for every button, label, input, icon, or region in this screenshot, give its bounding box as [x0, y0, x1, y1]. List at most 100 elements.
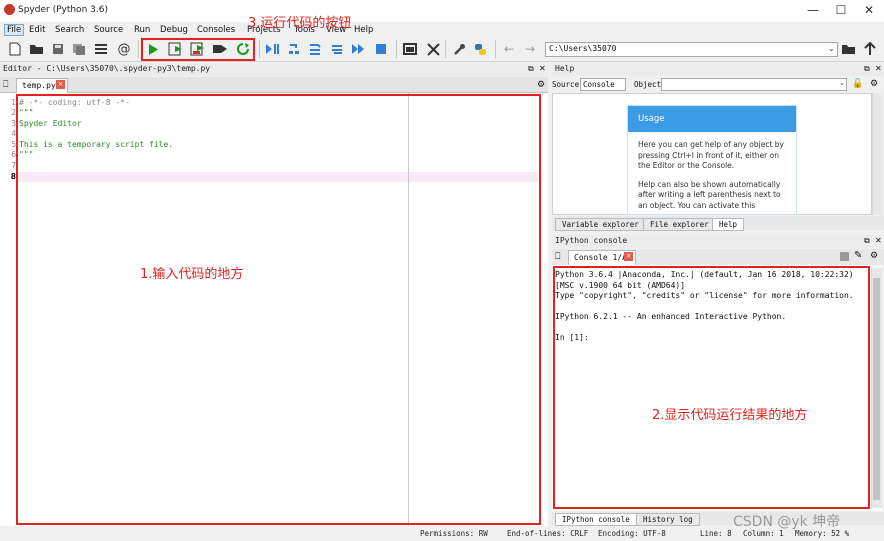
menu-consoles[interactable]: Consoles [197, 25, 235, 35]
status-eol: End-of-lines: CRLF [507, 529, 589, 538]
new-file-icon[interactable] [7, 41, 23, 57]
open-folder-icon[interactable] [28, 41, 44, 57]
stop-debug-icon[interactable] [373, 41, 389, 57]
watermark-text: CSDN @yk 坤帝 [733, 514, 841, 530]
help-pane-title: Help [552, 63, 884, 76]
usage-card: Usage Here you can get help of any objec… [627, 105, 797, 215]
step-return-icon[interactable] [329, 41, 345, 57]
python-path-icon[interactable] [472, 41, 488, 57]
source-select-value: Console [583, 80, 615, 89]
line-number: 8 [10, 172, 16, 181]
toolbar-separator [259, 40, 260, 58]
menu-file[interactable]: File [4, 24, 25, 36]
editor-tab-bar [0, 77, 548, 93]
chevron-down-icon[interactable]: ⌄ [828, 44, 835, 53]
chevron-down-icon[interactable]: ⌄ [839, 79, 845, 87]
line-number: 7 [11, 161, 16, 170]
annotation-editor: 1.输入代码的地方 [140, 267, 244, 282]
browse-tabs-icon[interactable]: ⎕ [3, 80, 8, 90]
tab-history-log[interactable]: History log [636, 513, 700, 526]
tab-file-explorer[interactable]: File explorer [643, 218, 716, 231]
console-pane-title: IPython console [552, 235, 884, 248]
console-tab-label: Console 1/A [574, 253, 627, 262]
tab-help[interactable]: Help [712, 218, 745, 231]
tab-ipython-console[interactable]: IPython console [555, 513, 637, 526]
menu-debug[interactable]: Debug [160, 25, 188, 35]
parent-directory-icon[interactable] [862, 41, 878, 57]
close-pane-icon[interactable]: ✕ [875, 236, 882, 245]
editor-pane-title: Editor - C:\Users\35070\.spyder-py3\temp… [0, 63, 548, 76]
browse-tabs-icon[interactable]: ⎕ [555, 252, 560, 262]
editor-highlight-box [16, 94, 541, 525]
menu-bar [0, 22, 884, 37]
minimize-icon[interactable]: — [806, 3, 820, 17]
console-highlight-box [553, 266, 870, 509]
close-tab-icon[interactable]: × [624, 252, 633, 261]
step-icon[interactable] [286, 41, 302, 57]
menu-search[interactable]: Search [55, 25, 84, 35]
toolbar-separator [495, 40, 496, 58]
menu-run[interactable]: Run [134, 25, 150, 35]
save-icon[interactable] [50, 41, 66, 57]
undock-icon[interactable]: ⧉ [864, 236, 870, 246]
maximize-icon[interactable]: ☐ [834, 3, 848, 17]
tab-variable-explorer[interactable]: Variable explorer [555, 218, 646, 231]
close-tab-icon[interactable]: × [56, 80, 65, 89]
status-line: Line: 8 [700, 529, 732, 538]
scrollbar-thumb[interactable] [873, 278, 880, 500]
help-scrollbar[interactable] [872, 93, 883, 215]
preferences-wrench-icon[interactable] [451, 41, 467, 57]
line-number: 6 [11, 150, 16, 159]
annotation-console: 2.显示代码运行结果的地方 [652, 408, 808, 423]
options-gear-icon[interactable]: ⚙ [537, 80, 545, 90]
undock-icon[interactable]: ⧉ [528, 64, 534, 74]
options-gear-icon[interactable]: ⚙ [870, 79, 878, 89]
close-pane-icon[interactable]: ✕ [539, 64, 546, 73]
step-into-icon[interactable] [307, 41, 323, 57]
usage-paragraph: Here you can get help of any object by p… [638, 140, 784, 170]
close-pane-icon[interactable]: ✕ [875, 64, 882, 73]
continue-icon[interactable] [350, 41, 366, 57]
options-gear-icon[interactable]: ⚙ [870, 251, 878, 261]
stop-kernel-icon[interactable] [840, 252, 849, 261]
usage-title: Usage [628, 106, 796, 132]
run-buttons-highlight [141, 38, 255, 61]
save-all-icon[interactable] [71, 41, 87, 57]
line-number: 3 [11, 119, 16, 128]
close-icon[interactable]: ✕ [862, 3, 876, 17]
object-input[interactable] [661, 78, 847, 91]
source-select[interactable]: Console [580, 78, 626, 91]
title-bar: Spyder (Python 3.6) — ☐ ✕ [0, 0, 884, 22]
working-directory-input[interactable]: C:\Users\35070 [545, 42, 838, 57]
menu-help[interactable]: Help [354, 25, 373, 35]
object-label: Object [634, 80, 662, 89]
forward-arrow-icon[interactable]: → [522, 41, 538, 57]
undock-icon[interactable]: ⧉ [864, 64, 870, 74]
usage-paragraph: Help can also be shown automatically aft… [638, 179, 781, 210]
browse-tabs-icon[interactable] [93, 41, 109, 57]
status-encoding: Encoding: UTF-8 [598, 529, 666, 538]
back-arrow-icon[interactable]: ← [501, 41, 517, 57]
line-number: 4 [11, 129, 16, 138]
menu-edit[interactable]: Edit [29, 25, 45, 35]
menu-source[interactable]: Source [94, 25, 123, 35]
spyder-logo-icon [4, 4, 15, 15]
toolbar-separator [445, 40, 446, 58]
fullscreen-icon[interactable] [425, 41, 441, 57]
maximize-pane-icon[interactable] [402, 41, 418, 57]
lock-icon[interactable]: 🔓 [852, 79, 863, 89]
debug-icon[interactable] [264, 41, 280, 57]
status-permissions: Permissions: RW [420, 529, 488, 538]
email-icon[interactable]: @ [116, 41, 132, 57]
browse-directory-icon[interactable] [840, 41, 856, 57]
line-number: 5 [11, 140, 16, 149]
annotation-run-buttons: 3.运行代码的按钮 [248, 16, 352, 31]
window-title: Spyder (Python 3.6) [18, 5, 108, 15]
line-number: 1 [11, 98, 16, 107]
toolbar-separator [138, 40, 139, 58]
toolbar-separator [396, 40, 397, 58]
line-number: 2 [11, 108, 16, 117]
editor-tab-label: temp.py [22, 81, 56, 90]
clear-console-icon[interactable]: ✎ [854, 250, 862, 261]
source-label: Source [552, 80, 580, 89]
